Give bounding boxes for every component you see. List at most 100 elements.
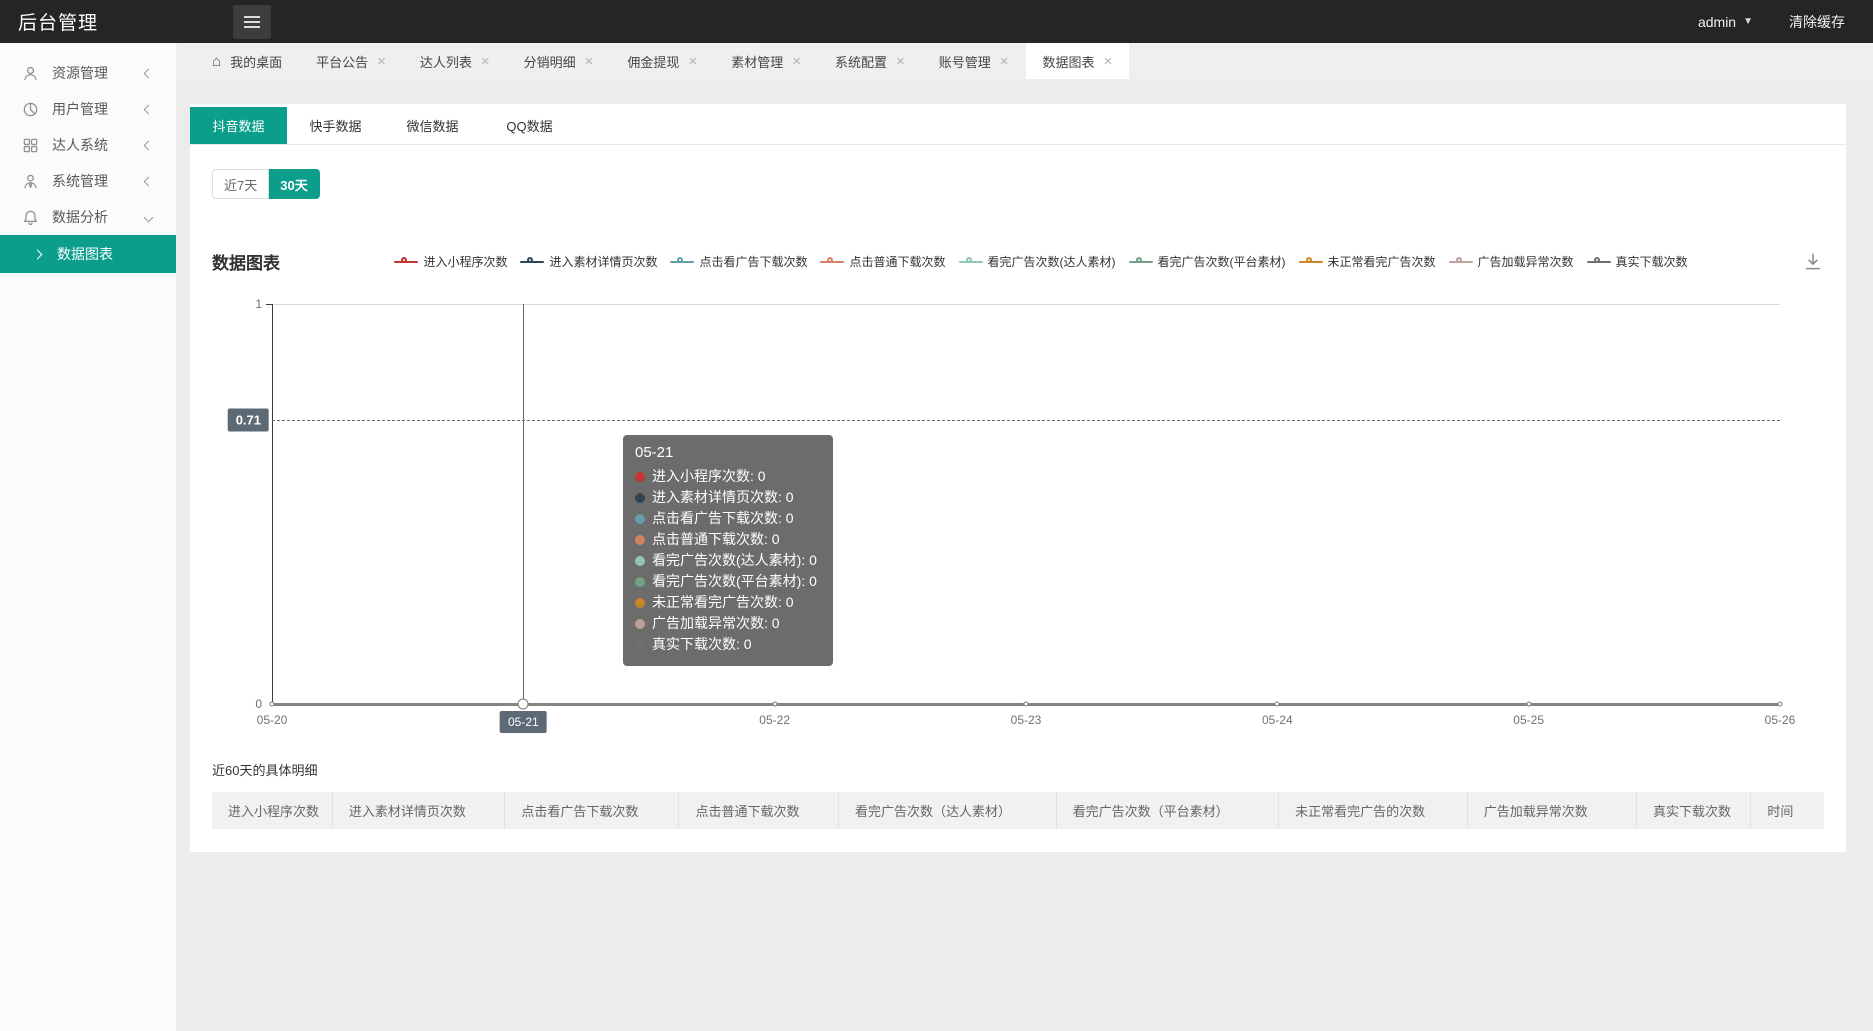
sidebar-item[interactable]: 用户管理 [0,91,176,127]
table-header-cell: 点击普通下载次数 [679,792,839,829]
nav-tab[interactable]: 佣金提现 × [610,43,714,79]
range-button[interactable]: 30天 [269,169,319,199]
series-dot-icon [635,598,645,608]
series-dot-icon [635,493,645,503]
close-icon[interactable]: × [585,53,594,70]
legend-item[interactable]: 看完广告次数(平台素材) [1129,253,1286,270]
legend-item[interactable]: 进入素材详情页次数 [520,253,657,270]
series-point-icon [518,699,529,710]
tooltip-row-text: 未正常看完广告次数: 0 [652,592,794,613]
platform-tabs: 抖音数据快手数据微信数据QQ数据 [190,107,1846,145]
sidebar-subitem-label: 数据图表 [57,244,113,264]
tooltip-row-text: 点击普通下载次数: 0 [652,529,780,550]
details-table-header: 进入小程序次数进入素材详情页次数点击看广告下载次数点击普通下载次数看完广告次数（… [212,792,1824,829]
legend-label: 点击普通下载次数 [849,253,945,270]
legend-label: 未正常看完广告次数 [1328,253,1436,270]
sidebar: 资源管理用户管理达人系统系统管理数据分析 数据图表 [0,43,177,1031]
nav-tab[interactable]: 账号管理× [922,43,1026,79]
app-title: 后台管理 [0,8,177,35]
range-button-group: 近7天30天 [212,169,320,199]
close-icon[interactable]: × [481,53,490,70]
nav-tab[interactable]: 平台公告 × [299,43,403,79]
legend-item[interactable]: 进入小程序次数 [394,253,507,270]
axis-pointer-dash-line [272,420,1780,421]
sidebar-item-label: 数据分析 [52,207,145,227]
platform-tab[interactable]: QQ数据 [481,107,578,144]
chart-tooltip: 05-21 进入小程序次数: 0进入素材详情页次数: 0点击看广告下载次数: 0… [623,435,833,666]
series-dot-icon [635,556,645,566]
axis-pointer-y-label: 0.71 [228,409,269,432]
chart-plot[interactable]: 05-21 进入小程序次数: 0进入素材详情页次数: 0点击看广告下载次数: 0… [212,294,1824,744]
tooltip-row: 广告加载异常次数: 0 [635,613,817,634]
x-tick-label: 05-24 [1262,713,1293,727]
tab-label: 我的桌面 [230,52,282,71]
tooltip-row: 点击普通下载次数: 0 [635,529,817,550]
x-tick-label: 05-20 [257,713,288,727]
tab-label: 数据图表 [1043,52,1095,71]
user-icon [22,65,39,82]
nav-tab[interactable]: 分销明细 × [507,43,611,79]
legend-marker-icon [394,257,418,267]
close-icon[interactable]: × [688,53,697,70]
chart-title: 数据图表 [212,249,280,274]
legend-item[interactable]: 看完广告次数(达人素材) [959,253,1116,270]
legend-marker-icon [1299,257,1323,267]
sidebar-item-label: 达人系统 [52,135,145,155]
sidebar-item[interactable]: 达人系统 [0,127,176,163]
grid-icon [22,137,39,154]
series-point-icon [1778,702,1783,707]
close-icon[interactable]: × [1000,53,1009,70]
tooltip-row: 进入素材详情页次数: 0 [635,487,817,508]
tab-label: 平台公告 [316,52,368,71]
table-header-cell: 广告加载异常次数 [1468,792,1637,829]
nav-tab[interactable]: ⌂我的桌面 [195,43,299,79]
sidebar-item-data-chart[interactable]: 数据图表 [0,235,176,273]
download-icon [1802,251,1824,273]
series-dot-icon [635,514,645,524]
close-icon[interactable]: × [377,53,386,70]
nav-tab[interactable]: 达人列表× [403,43,507,79]
tooltip-rows: 进入小程序次数: 0进入素材详情页次数: 0点击看广告下载次数: 0点击普通下载… [635,466,817,655]
tooltip-row-text: 进入素材详情页次数: 0 [652,487,794,508]
table-header-cell: 进入素材详情页次数 [333,792,505,829]
tooltip-row: 进入小程序次数: 0 [635,466,817,487]
range-button[interactable]: 近7天 [212,169,269,199]
nav-tab[interactable]: 系统配置× [818,43,922,79]
caret-down-icon: ▼ [1743,16,1753,27]
platform-tab[interactable]: 微信数据 [384,107,481,144]
sidebar-item[interactable]: 系统管理 [0,163,176,199]
series-point-icon [1526,702,1531,707]
sidebar-item[interactable]: 数据分析 [0,199,176,235]
table-header-cell: 看完广告次数（达人素材） [839,792,1057,829]
legend-item[interactable]: 真实下载次数 [1587,253,1688,270]
platform-tab[interactable]: 快手数据 [287,107,384,144]
legend-item[interactable]: 未正常看完广告次数 [1299,253,1436,270]
pie-icon [22,101,39,118]
clear-cache-button[interactable]: 清除缓存 [1789,12,1845,32]
table-header-cell: 看完广告次数（平台素材） [1057,792,1279,829]
hamburger-icon [244,16,260,18]
legend-item[interactable]: 广告加载异常次数 [1449,253,1574,270]
legend-item[interactable]: 点击普通下载次数 [820,253,945,270]
tabbar: ⌂我的桌面平台公告×达人列表×分销明细×佣金提现×素材管理×系统配置×账号管理×… [177,43,1873,79]
chevron-left-icon [144,68,154,78]
platform-tab[interactable]: 抖音数据 [190,107,287,144]
close-icon[interactable]: × [896,53,905,70]
menu-toggle-button[interactable] [233,5,271,39]
legend-item[interactable]: 点击看广告下载次数 [670,253,807,270]
tooltip-row: 点击看广告下载次数: 0 [635,508,817,529]
nav-tab[interactable]: 素材管理× [714,43,818,79]
tab-label: 分销明细 [524,52,576,71]
arrow-right-icon [33,249,43,259]
download-button[interactable] [1802,251,1824,273]
nav-tab[interactable]: 数据图表 × [1026,43,1130,79]
close-icon[interactable]: × [1104,53,1113,70]
tab-label: 佣金提现 [627,52,679,71]
close-icon[interactable]: × [792,53,801,70]
tooltip-row: 看完广告次数(平台素材): 0 [635,571,817,592]
sidebar-item[interactable]: 资源管理 [0,55,176,91]
user-menu[interactable]: admin ▼ [1698,14,1753,30]
tooltip-row-text: 看完广告次数(平台素材): 0 [652,571,817,592]
sidebar-item-label: 系统管理 [52,171,145,191]
series-dot-icon [635,640,645,650]
